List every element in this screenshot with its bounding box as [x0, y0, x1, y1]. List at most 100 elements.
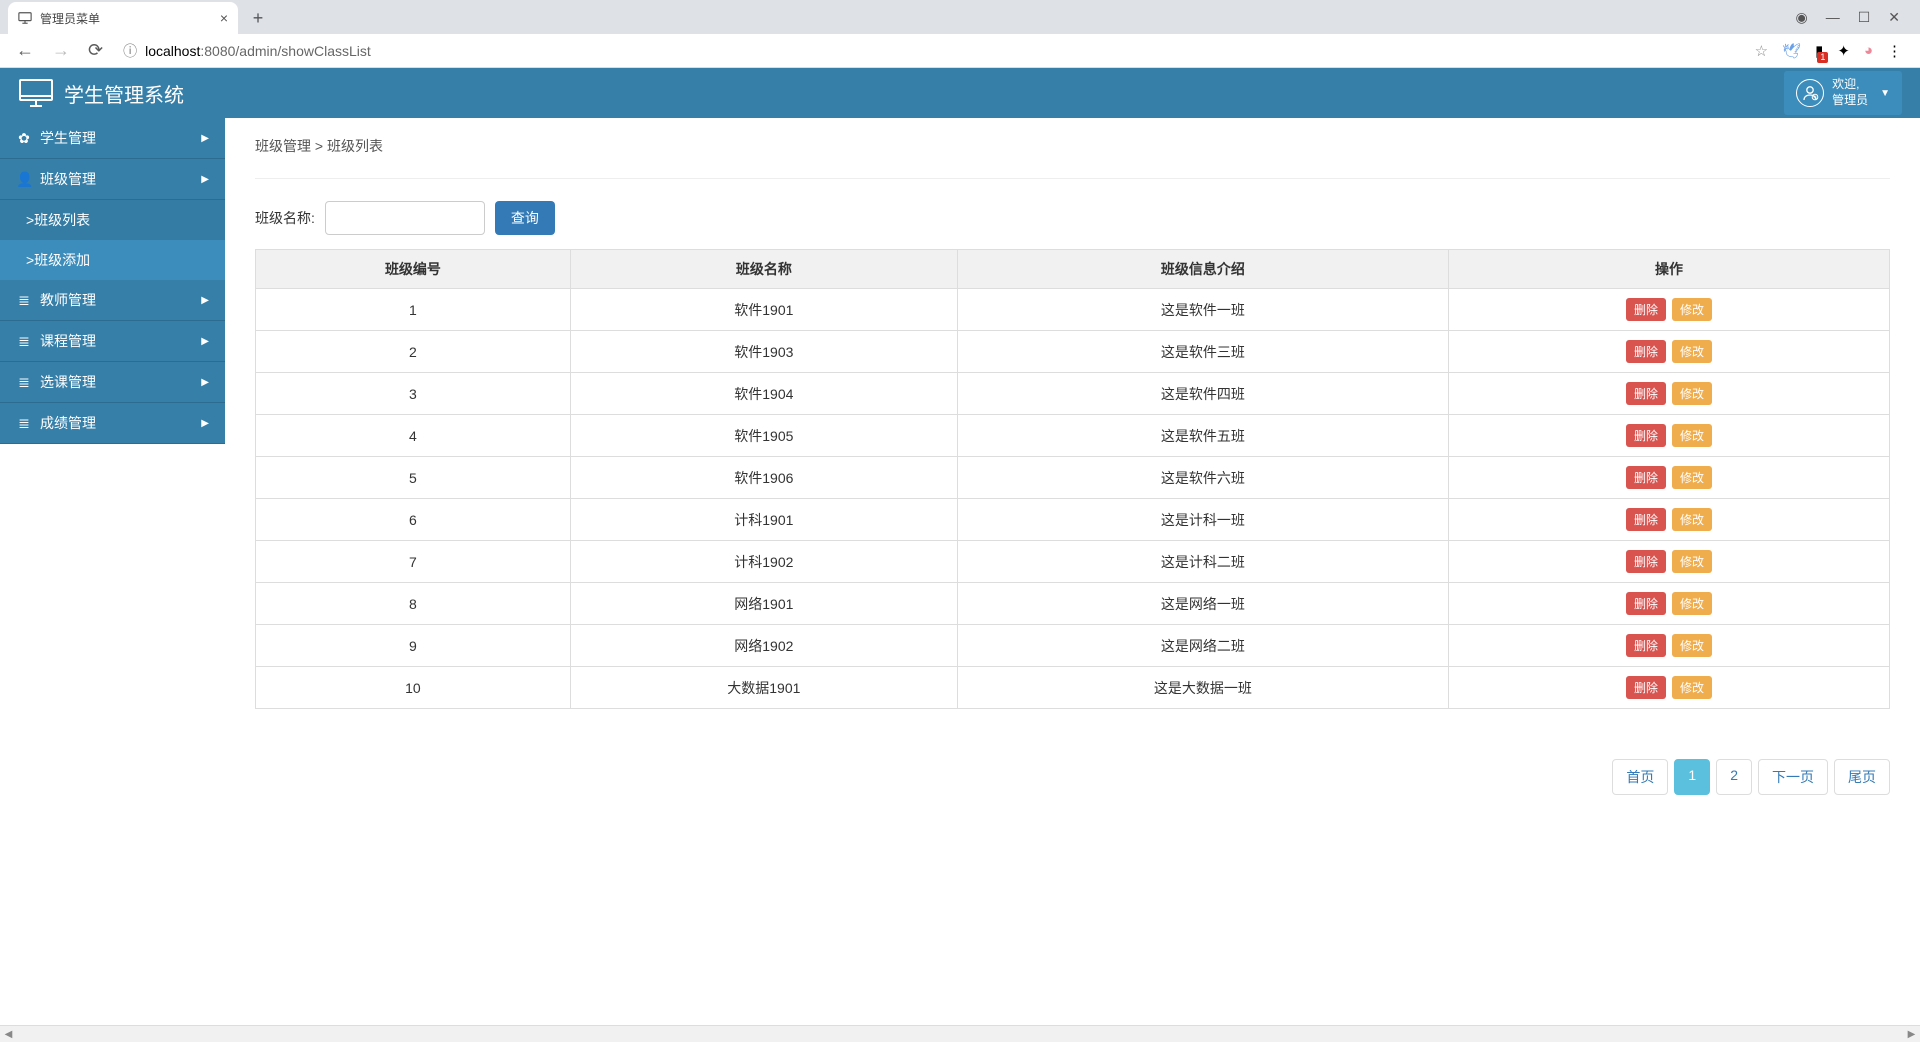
scroll-left-arrow[interactable]: ◀	[0, 1026, 17, 1042]
sidebar-item[interactable]: ≣课程管理▶	[0, 321, 225, 362]
delete-button[interactable]: 删除	[1626, 424, 1666, 447]
table-row: 7 计科1902 这是计科二班 删除 修改	[256, 541, 1890, 583]
horizontal-scrollbar[interactable]: ◀ ▶	[0, 1025, 1920, 1042]
table-row: 1 软件1901 这是软件一班 删除 修改	[256, 289, 1890, 331]
reload-button[interactable]: ⟳	[84, 40, 107, 61]
edit-button[interactable]: 修改	[1672, 340, 1712, 363]
cell-name: 计科1901	[570, 499, 957, 541]
star-icon[interactable]: ☆	[1755, 42, 1768, 60]
puzzle-icon[interactable]: ✦	[1837, 42, 1850, 60]
chevron-right-icon: ▶	[201, 174, 209, 185]
cell-desc: 这是软件四班	[957, 373, 1448, 415]
menu-icon: ≣	[16, 415, 32, 432]
search-button[interactable]: 查询	[495, 201, 555, 235]
menu-icon: ≣	[16, 374, 32, 391]
chevron-down-icon: ▼	[1880, 88, 1890, 99]
sidebar-item-label: 班级管理	[40, 169, 96, 189]
page-last[interactable]: 尾页	[1834, 759, 1890, 795]
breadcrumb-current: 班级列表	[327, 138, 383, 154]
cell-name: 软件1903	[570, 331, 957, 373]
table-row: 3 软件1904 这是软件四班 删除 修改	[256, 373, 1890, 415]
edit-button[interactable]: 修改	[1672, 592, 1712, 615]
tab-title: 管理员菜单	[40, 10, 212, 27]
sidebar: ✿学生管理▶👤班级管理▶>班级列表>班级添加≣教师管理▶≣课程管理▶≣选课管理▶…	[0, 118, 225, 1042]
url-field[interactable]: ⓘ localhost:8080/admin/showClassList	[117, 41, 1745, 61]
chevron-right-icon: ▶	[201, 133, 209, 144]
close-window-icon[interactable]: ✕	[1888, 9, 1900, 26]
menu-icon[interactable]: ⋮	[1887, 42, 1902, 60]
cell-id: 3	[256, 373, 571, 415]
browser-tab[interactable]: 管理员菜单 ×	[8, 2, 238, 34]
app-header: 学生管理系统 欢迎, 管理员 ▼	[0, 68, 1920, 118]
cell-desc: 这是软件一班	[957, 289, 1448, 331]
edit-button[interactable]: 修改	[1672, 676, 1712, 699]
monitor-icon	[18, 11, 32, 25]
delete-button[interactable]: 删除	[1626, 382, 1666, 405]
table-row: 10 大数据1901 这是大数据一班 删除 修改	[256, 667, 1890, 709]
cell-desc: 这是计科一班	[957, 499, 1448, 541]
video-ext-icon[interactable]: ▮	[1815, 42, 1823, 60]
extension-icons: ☆ 🕊 ▮ ✦ ◕ ⋮	[1755, 42, 1908, 60]
sidebar-item[interactable]: ✿学生管理▶	[0, 118, 225, 159]
cell-id: 9	[256, 625, 571, 667]
delete-button[interactable]: 删除	[1626, 592, 1666, 615]
sidebar-item-label: 教师管理	[40, 290, 96, 310]
window-controls: ◉ — ☐ ✕	[1795, 0, 1920, 34]
sidebar-item[interactable]: ≣选课管理▶	[0, 362, 225, 403]
page-number[interactable]: 1	[1674, 759, 1710, 795]
page-first[interactable]: 首页	[1612, 759, 1668, 795]
page-next[interactable]: 下一页	[1758, 759, 1828, 795]
menu-icon: ≣	[16, 333, 32, 350]
color-ext-icon[interactable]: ◕	[1864, 42, 1873, 59]
submenu-item[interactable]: >班级添加	[0, 240, 225, 280]
edit-button[interactable]: 修改	[1672, 298, 1712, 321]
maximize-icon[interactable]: ☐	[1858, 9, 1871, 26]
forward-button[interactable]: →	[48, 40, 74, 61]
delete-button[interactable]: 删除	[1626, 340, 1666, 363]
pagination: 首页12下一页尾页	[255, 759, 1890, 795]
minimize-icon[interactable]: —	[1826, 9, 1840, 25]
delete-button[interactable]: 删除	[1626, 466, 1666, 489]
menu-icon: ≣	[16, 292, 32, 309]
cell-desc: 这是软件三班	[957, 331, 1448, 373]
sidebar-item[interactable]: ≣教师管理▶	[0, 280, 225, 321]
address-bar: ← → ⟳ ⓘ localhost:8080/admin/showClassLi…	[0, 34, 1920, 68]
cell-name: 软件1904	[570, 373, 957, 415]
breadcrumb: 班级管理 > 班级列表	[255, 134, 1890, 179]
cell-desc: 这是计科二班	[957, 541, 1448, 583]
edit-button[interactable]: 修改	[1672, 550, 1712, 573]
search-row: 班级名称: 查询	[255, 201, 1890, 235]
delete-button[interactable]: 删除	[1626, 676, 1666, 699]
cell-desc: 这是软件五班	[957, 415, 1448, 457]
class-name-input[interactable]	[325, 201, 485, 235]
delete-button[interactable]: 删除	[1626, 550, 1666, 573]
edit-button[interactable]: 修改	[1672, 634, 1712, 657]
chevron-right-icon: ▶	[201, 336, 209, 347]
sidebar-item[interactable]: ≣成绩管理▶	[0, 403, 225, 444]
search-label: 班级名称:	[255, 208, 315, 228]
new-tab-button[interactable]: +	[244, 4, 272, 32]
user-dropdown[interactable]: 欢迎, 管理员 ▼	[1784, 71, 1902, 114]
edit-button[interactable]: 修改	[1672, 508, 1712, 531]
menu-icon: 👤	[16, 171, 32, 188]
profile-icon[interactable]: ◉	[1795, 9, 1807, 26]
sidebar-item[interactable]: 👤 班级管理 ▶	[0, 159, 225, 200]
delete-button[interactable]: 删除	[1626, 298, 1666, 321]
chevron-right-icon: ▶	[201, 418, 209, 429]
edit-button[interactable]: 修改	[1672, 466, 1712, 489]
cell-id: 1	[256, 289, 571, 331]
bird-icon[interactable]: 🕊	[1782, 42, 1801, 60]
scroll-right-arrow[interactable]: ▶	[1903, 1026, 1920, 1042]
close-icon[interactable]: ×	[220, 10, 228, 26]
site-info-icon[interactable]: ⓘ	[123, 41, 137, 61]
back-button[interactable]: ←	[12, 40, 38, 61]
delete-button[interactable]: 删除	[1626, 634, 1666, 657]
app-title: 学生管理系统	[64, 79, 184, 108]
edit-button[interactable]: 修改	[1672, 424, 1712, 447]
monitor-icon	[18, 78, 54, 108]
breadcrumb-parent: 班级管理	[255, 138, 311, 154]
delete-button[interactable]: 删除	[1626, 508, 1666, 531]
page-number[interactable]: 2	[1716, 759, 1752, 795]
submenu-item[interactable]: >班级列表	[0, 200, 225, 240]
edit-button[interactable]: 修改	[1672, 382, 1712, 405]
